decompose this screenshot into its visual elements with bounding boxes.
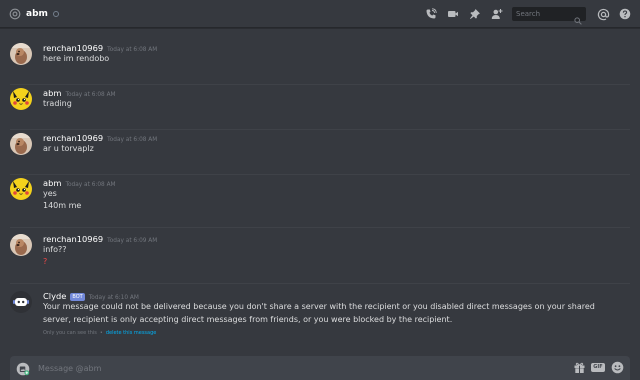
message-timestamp: Today at 6:08 AM bbox=[107, 137, 158, 143]
message-divider bbox=[10, 227, 630, 228]
mentions-icon[interactable] bbox=[596, 7, 610, 21]
message-divider bbox=[10, 283, 630, 284]
message-author[interactable]: abm bbox=[43, 88, 61, 98]
clyde-avatar[interactable] bbox=[10, 291, 32, 313]
video-call-icon[interactable] bbox=[446, 7, 460, 21]
message-text: Your message could not be delivered beca… bbox=[43, 302, 595, 324]
message-divider bbox=[10, 174, 630, 175]
message-header: renchan10969 Today at 6:09 AM bbox=[43, 234, 157, 244]
dog-avatar[interactable] bbox=[10, 133, 32, 155]
message-header: abm Today at 6:08 AM bbox=[43, 178, 116, 188]
message-list: renchan10969 Today at 6:08 AM here im re… bbox=[0, 29, 640, 349]
gift-icon[interactable] bbox=[572, 360, 586, 374]
message-timestamp: Today at 6:08 AM bbox=[65, 92, 116, 98]
message-header: renchan10969 Today at 6:08 AM bbox=[43, 43, 157, 53]
dog-avatar[interactable] bbox=[10, 234, 32, 256]
failed-message-text: ? bbox=[43, 257, 48, 266]
search-field[interactable] bbox=[512, 7, 586, 25]
ephemeral-note: Only you can see this • delete this messag… bbox=[43, 330, 156, 336]
message-item: Clyde BOT Today at 6:10 AM Your message … bbox=[0, 291, 640, 343]
message-divider bbox=[10, 129, 630, 130]
message-author[interactable]: abm bbox=[43, 178, 61, 188]
message-timestamp: Today at 6:09 AM bbox=[107, 238, 158, 244]
ephemeral-note-text: Only you can see this bbox=[43, 330, 97, 336]
message-author[interactable]: renchan10969 bbox=[43, 133, 103, 143]
at-sign-icon bbox=[8, 7, 22, 21]
emoji-icon[interactable] bbox=[610, 360, 624, 374]
channel-header: abm bbox=[0, 0, 640, 28]
message-text: 140m me bbox=[43, 201, 82, 210]
message-timestamp: Today at 6:08 AM bbox=[107, 47, 158, 53]
message-author[interactable]: renchan10969 bbox=[43, 234, 103, 244]
search-input[interactable] bbox=[512, 7, 572, 21]
message-divider bbox=[10, 84, 630, 85]
note-separator: • bbox=[99, 330, 103, 336]
offline-status-icon bbox=[52, 10, 59, 17]
delete-message-link[interactable]: delete this message bbox=[106, 330, 157, 336]
upload-icon[interactable] bbox=[16, 361, 30, 376]
message-text: info?? bbox=[43, 245, 67, 254]
composer-actions: GIF bbox=[567, 360, 624, 374]
search-icon bbox=[574, 10, 582, 25]
channel-name: abm bbox=[26, 8, 48, 19]
message-timestamp: Today at 6:08 AM bbox=[65, 182, 116, 188]
message-text: ar u torvaplz bbox=[43, 144, 94, 153]
gif-icon[interactable]: GIF bbox=[591, 360, 605, 374]
message-item: renchan10969 Today at 6:09 AM info?? ? bbox=[0, 234, 640, 284]
message-text: yes bbox=[43, 189, 57, 198]
help-icon[interactable] bbox=[618, 7, 632, 21]
pin-icon[interactable] bbox=[468, 7, 482, 21]
message-item: renchan10969 Today at 6:08 AM here im re… bbox=[0, 43, 640, 85]
message-header: renchan10969 Today at 6:08 AM bbox=[43, 133, 157, 143]
add-friend-icon[interactable] bbox=[490, 7, 504, 21]
pikachu-avatar[interactable] bbox=[10, 88, 32, 110]
message-item: abm Today at 6:08 AM yes 140m me bbox=[0, 178, 640, 228]
message-composer: GIF bbox=[10, 356, 630, 380]
gif-label: GIF bbox=[591, 362, 605, 372]
message-input[interactable] bbox=[38, 356, 538, 380]
dog-avatar[interactable] bbox=[10, 43, 32, 65]
header-toolbar bbox=[416, 0, 632, 28]
message-header: abm Today at 6:08 AM bbox=[43, 88, 116, 98]
message-text: trading bbox=[43, 99, 72, 108]
message-author[interactable]: renchan10969 bbox=[43, 43, 103, 53]
voice-call-icon[interactable] bbox=[424, 7, 438, 21]
pikachu-avatar[interactable] bbox=[10, 178, 32, 200]
bot-tag: BOT bbox=[70, 293, 85, 301]
message-author[interactable]: Clyde bbox=[43, 291, 66, 301]
message-item: abm Today at 6:08 AM trading bbox=[0, 88, 640, 130]
message-item: renchan10969 Today at 6:08 AM ar u torva… bbox=[0, 133, 640, 175]
message-text: here im rendobo bbox=[43, 54, 110, 63]
